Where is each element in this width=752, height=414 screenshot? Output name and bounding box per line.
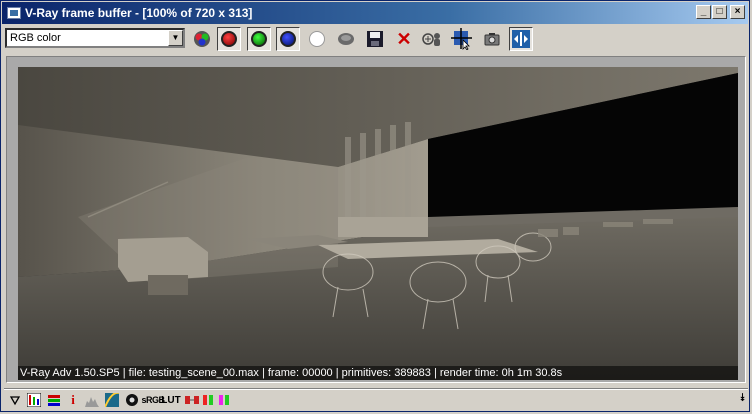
app-icon: [7, 7, 21, 19]
color-corrections-icon: [48, 395, 60, 406]
compare-ab-button[interactable]: [184, 392, 200, 408]
channel-select-value: RGB color: [10, 32, 61, 44]
mono-icon: [338, 33, 354, 45]
save-button[interactable]: [363, 27, 387, 51]
render-viewport[interactable]: V-Ray Adv 1.50.SP5 | file: testing_scene…: [6, 56, 746, 383]
save-icon: [367, 31, 383, 47]
clear-icon: ✕: [396, 29, 412, 49]
lut-button[interactable]: LUT: [161, 392, 181, 408]
compare-v-button[interactable]: [218, 392, 232, 408]
histogram-button[interactable]: [84, 392, 100, 408]
rendered-scene: [18, 67, 738, 380]
close-window-button[interactable]: ×: [730, 5, 745, 19]
levels-icon: [27, 393, 41, 407]
display-correction-button[interactable]: [7, 392, 23, 408]
track-mouse-button[interactable]: [421, 27, 445, 51]
close-icon: ×: [734, 6, 741, 17]
region-render-icon: [451, 28, 472, 50]
bottom-separator: [4, 388, 748, 390]
alpha-channel-icon: [309, 31, 325, 47]
expand-icon[interactable]: ⯯: [739, 392, 746, 405]
title-bar[interactable]: V-Ray frame buffer - [100% of 720 x 313]…: [2, 2, 748, 24]
compare-ab-icon: [185, 396, 199, 404]
compare-v-icon: [219, 395, 229, 405]
blue-channel-button[interactable]: [276, 27, 300, 51]
render-last-button[interactable]: [480, 27, 504, 51]
red-channel-icon: [221, 31, 237, 47]
clear-image-button[interactable]: ✕: [392, 27, 416, 51]
blue-channel-icon: [280, 31, 296, 47]
info-icon: i: [71, 392, 75, 407]
green-channel-button[interactable]: [247, 27, 271, 51]
link-to-vfb-button[interactable]: [509, 27, 533, 51]
track-mouse-icon: [422, 33, 440, 46]
histogram-icon: [85, 397, 99, 407]
green-channel-icon: [251, 31, 267, 47]
exposure-icon: [126, 394, 138, 406]
lut-label: LUT: [161, 394, 181, 406]
compare-h-icon: [203, 395, 213, 405]
channel-select[interactable]: RGB color ▼: [5, 28, 185, 48]
display-correction-icon: [9, 396, 21, 406]
alpha-channel-button[interactable]: [305, 27, 329, 51]
window-title: V-Ray frame buffer - [100% of 720 x 313]: [25, 6, 253, 20]
region-render-button[interactable]: [450, 27, 474, 51]
minimize-button[interactable]: _: [696, 5, 711, 19]
render-info-bar: V-Ray Adv 1.50.SP5 | file: testing_scene…: [18, 366, 738, 380]
bottom-toolbar: i sRGB LUT ⯯: [4, 391, 748, 409]
maximize-button[interactable]: □: [712, 5, 727, 19]
main-toolbar: RGB color ▼ ✕: [4, 27, 748, 53]
compare-h-button[interactable]: [202, 392, 216, 408]
render-image[interactable]: V-Ray Adv 1.50.SP5 | file: testing_scene…: [18, 67, 738, 380]
link-to-vfb-icon: [512, 30, 530, 48]
minimize-icon: _: [700, 6, 707, 17]
render-last-icon: [484, 33, 500, 46]
info-button[interactable]: i: [66, 392, 80, 408]
color-corrections-button[interactable]: [46, 392, 62, 408]
curve-icon: [105, 393, 119, 407]
dropdown-arrow-icon[interactable]: ▼: [168, 30, 183, 46]
levels-button[interactable]: [26, 392, 42, 408]
red-channel-button[interactable]: [217, 27, 241, 51]
rgb-channels-icon: [194, 31, 210, 47]
mono-button[interactable]: [334, 27, 358, 51]
curve-button[interactable]: [104, 392, 120, 408]
exposure-button[interactable]: [124, 392, 140, 408]
maximize-icon: □: [716, 6, 723, 17]
rgb-channels-button[interactable]: [190, 27, 214, 51]
vfb-window: V-Ray frame buffer - [100% of 720 x 313]…: [0, 0, 750, 412]
